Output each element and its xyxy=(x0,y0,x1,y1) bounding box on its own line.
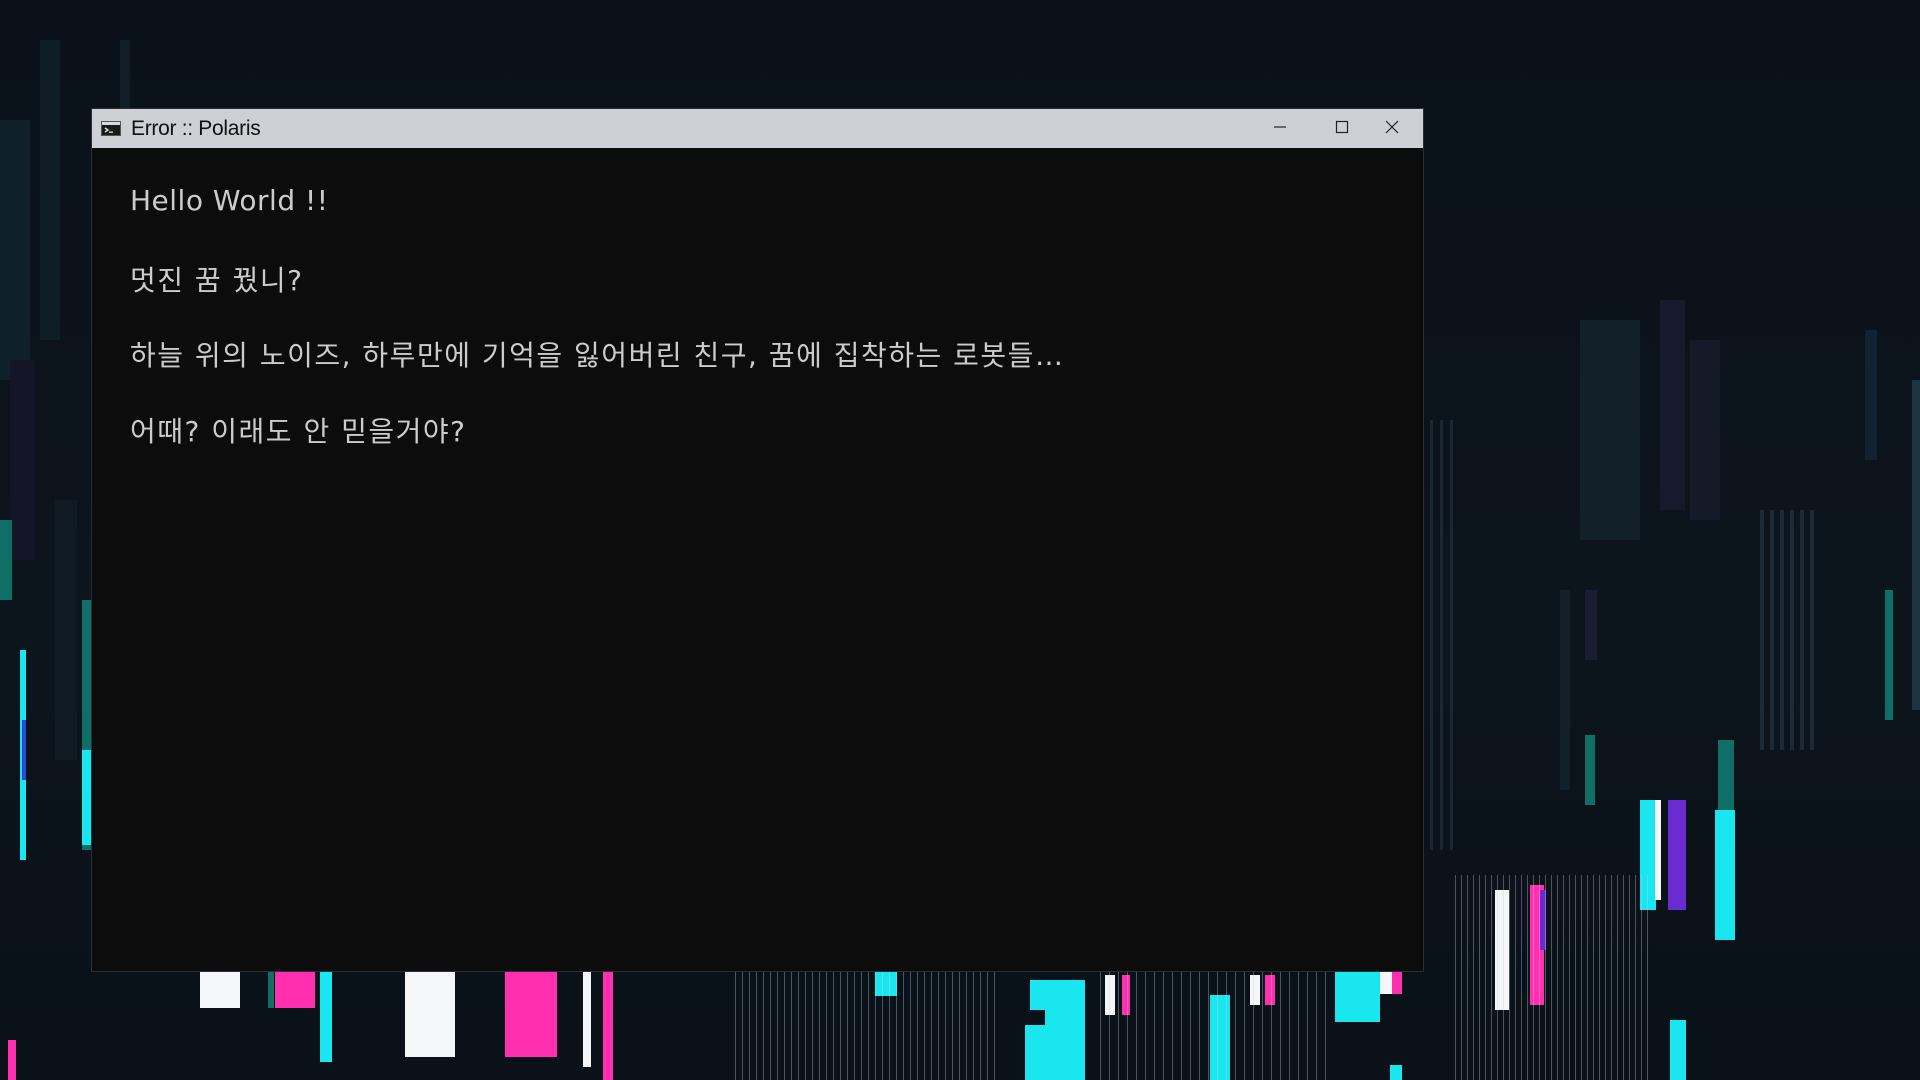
window-title: Error :: Polaris xyxy=(131,117,261,140)
close-button[interactable] xyxy=(1361,109,1423,148)
console-line-2: 멋진 꿈 꿨니? xyxy=(130,264,304,297)
console-line-1: Hello World !! xyxy=(130,184,329,217)
console-output[interactable]: Hello World !! 멋진 꿈 꿨니? 하늘 위의 노이즈, 하루만에 … xyxy=(92,148,1423,971)
console-window[interactable]: Error :: Polaris Hello World !! 멋진 꿈 꿨니? xyxy=(92,109,1423,971)
minimize-icon xyxy=(1273,119,1287,138)
close-icon xyxy=(1385,119,1399,138)
desktop-background: Error :: Polaris Hello World !! 멋진 꿈 꿨니? xyxy=(0,0,1920,1080)
console-line-4: 어때? 이래도 안 믿을거야? xyxy=(130,415,467,448)
title-bar[interactable]: Error :: Polaris xyxy=(92,109,1423,148)
minimize-button[interactable] xyxy=(1249,109,1311,148)
maximize-icon xyxy=(1335,119,1349,138)
console-line-3: 하늘 위의 노이즈, 하루만에 기억을 잃어버린 친구, 꿈에 집착하는 로봇들… xyxy=(130,339,1065,372)
console-icon xyxy=(101,121,121,136)
